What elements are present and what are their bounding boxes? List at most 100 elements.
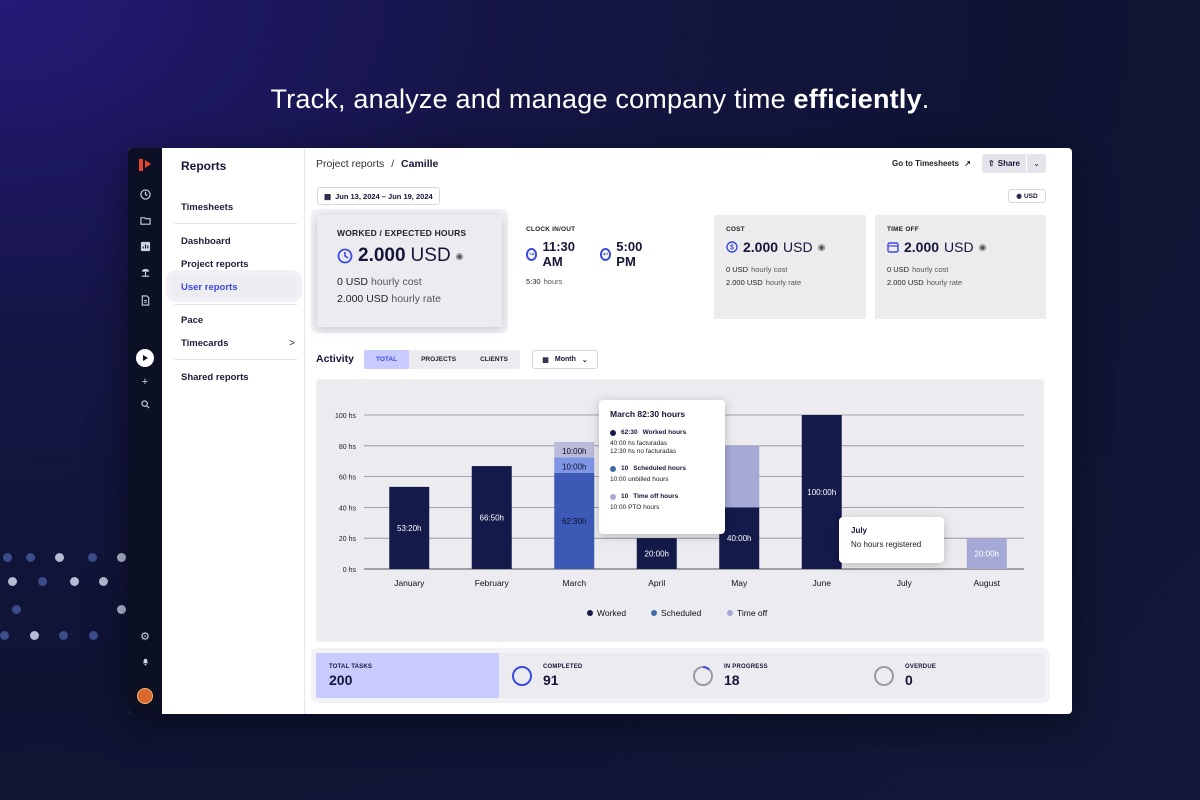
share-icon: ⇧ <box>988 159 995 168</box>
share-button[interactable]: ⇧ Share <box>982 154 1026 173</box>
reports-subnav: Reports Timesheets Dashboard Project rep… <box>162 148 305 714</box>
data-label: 20:00h <box>645 550 669 559</box>
x-tick-label: July <box>897 578 913 588</box>
completed-stat[interactable]: COMPLETED 91 <box>511 653 582 698</box>
date-range-picker[interactable]: ▦ Jun 13, 2024 – Jun 19, 2024 <box>317 187 440 205</box>
subnav-item-pace[interactable]: Pace <box>181 315 203 326</box>
legend-label: Time off <box>737 608 768 618</box>
data-label: 10:00h <box>562 462 586 471</box>
subnav-divider <box>174 223 297 224</box>
external-link-icon: ↗ <box>964 159 971 168</box>
subnav-item-shared-reports[interactable]: Shared reports <box>181 372 249 383</box>
breadcrumb-parent[interactable]: Project reports <box>316 158 384 170</box>
hero-lead: Track, analyze and manage company time <box>270 84 794 114</box>
decorative-dots <box>0 550 140 650</box>
calendar-icon: ▦ <box>324 191 332 201</box>
timeoff-value-unit: USD <box>944 239 974 255</box>
folder-icon[interactable] <box>137 212 153 228</box>
legend-label: Worked <box>597 608 626 618</box>
x-tick-label: June <box>813 578 832 588</box>
tab-projects[interactable]: PROJECTS <box>409 350 468 369</box>
overdue-stat[interactable]: OVERDUE 0 <box>873 653 936 698</box>
subnav-item-project-reports[interactable]: Project reports <box>181 259 249 270</box>
clock-card-times: ↪ 11:30 AM ↩ 5:00 PM <box>526 239 657 269</box>
subnav-item-dashboard[interactable]: Dashboard <box>181 236 231 247</box>
currency-toggle[interactable]: ◉ USD <box>1008 189 1046 203</box>
timeoff-rate-line: 2.000 USD hourly rate <box>887 278 1034 287</box>
share-dropdown-button[interactable]: ⌄ <box>1027 154 1046 173</box>
clock-in-time: 11:30 AM <box>542 239 576 269</box>
tooltip-worked-label: Worked hours <box>642 429 687 436</box>
timeoff-dot <box>610 493 616 500</box>
tooltip-timeoff-row: 10 Time off hours <box>610 493 714 500</box>
goto-timesheets-link[interactable]: Go to Timesheets ↗ <box>892 159 971 168</box>
dollar-icon: $ <box>726 241 738 253</box>
cost-value-number: 2.000 <box>743 239 779 255</box>
data-label: 100:00h <box>807 488 836 497</box>
search-icon[interactable] <box>137 396 153 412</box>
dot <box>70 577 79 586</box>
in-progress-label: IN PROGRESS <box>724 663 768 670</box>
x-tick-label: February <box>475 578 510 588</box>
worked-value-number: 2.000 <box>358 245 406 266</box>
plus-icon[interactable]: + <box>137 374 153 390</box>
clock-icon[interactable] <box>137 186 153 202</box>
timeoff-cost-value: 0 USD <box>887 265 910 274</box>
cost-card: COST $ 2.000 USD ◉ 0 USD hourly cost 2.00… <box>714 215 866 319</box>
breadcrumb-separator: / <box>391 158 395 170</box>
dot <box>99 577 108 586</box>
cost-value-unit: USD <box>783 239 813 255</box>
subnav-item-user-reports[interactable]: User reports <box>181 282 238 293</box>
beach-icon[interactable] <box>137 264 153 280</box>
eye-icon[interactable]: ◉ <box>456 251 464 262</box>
data-label: 40:00h <box>727 534 751 543</box>
tab-total[interactable]: TOTAL <box>364 350 410 369</box>
tooltip-timeoff-sub: 10:00 PTO hours <box>610 504 660 511</box>
eye-icon: ◉ <box>1016 193 1022 200</box>
y-tick-label: 80 hs <box>339 444 357 451</box>
subnav-title: Reports <box>181 159 227 173</box>
eye-icon[interactable]: ◉ <box>979 242 987 253</box>
x-tick-label: January <box>394 578 425 588</box>
dot <box>26 553 35 562</box>
clock-inout-card: CLOCK IN/OUT ↪ 11:30 AM ↩ 5:00 PM 5:30 ho… <box>514 215 669 319</box>
x-tick-label: April <box>648 578 665 588</box>
july-tooltip-title: July <box>851 526 868 535</box>
subnav-item-timecards[interactable]: Timecards <box>181 338 228 349</box>
tab-clients[interactable]: CLIENTS <box>468 350 520 369</box>
worked-cost-line: 0 USD hourly cost <box>337 276 482 288</box>
play-timer-button[interactable] <box>136 349 154 367</box>
currency-label: USD <box>1023 192 1038 200</box>
tooltip-worked-row: 62:30 Worked hours <box>610 429 714 436</box>
completed-label: COMPLETED <box>543 663 583 670</box>
period-select[interactable]: ▦ Month ⌄ <box>532 350 598 369</box>
legend-swatch <box>587 610 593 616</box>
dot <box>38 577 47 586</box>
goto-timesheets-label: Go to Timesheets <box>892 159 959 168</box>
tooltip-timeoff-value: 10 <box>621 493 629 500</box>
total-tasks-stat[interactable]: TOTAL TASKS 200 <box>316 653 499 698</box>
cost-cost-value: 0 USD <box>726 265 749 274</box>
cost-rate-line: 2.000 USD hourly rate <box>726 278 854 287</box>
document-icon[interactable] <box>137 292 153 308</box>
timeoff-card-value: 2.000 USD ◉ <box>887 239 1034 255</box>
july-tooltip-text: No hours registered <box>851 540 922 549</box>
chevron-down-icon: ⌄ <box>1033 159 1040 168</box>
data-label: 62:30h <box>562 517 586 526</box>
activity-tabs: TOTAL PROJECTS CLIENTS <box>364 350 520 369</box>
timeoff-rate-label: hourly rate <box>926 278 963 287</box>
reports-icon[interactable] <box>137 238 153 254</box>
bell-icon[interactable] <box>137 653 153 669</box>
eye-icon[interactable]: ◉ <box>818 242 826 253</box>
user-avatar[interactable] <box>137 688 153 704</box>
worked-rate-line: 2.000 USD hourly rate <box>337 293 482 305</box>
march-tooltip-title: March 82:30 hours <box>610 409 686 419</box>
data-label: 10:00h <box>562 447 586 456</box>
gear-icon[interactable]: ⚙ <box>137 628 153 644</box>
clock-out-time: 5:00 PM <box>616 239 643 269</box>
dot <box>8 577 17 586</box>
in-progress-stat[interactable]: IN PROGRESS 18 <box>692 653 768 698</box>
dot <box>117 605 126 614</box>
subnav-item-timesheets[interactable]: Timesheets <box>181 202 233 213</box>
cost-cost-line: 0 USD hourly cost <box>726 265 854 274</box>
